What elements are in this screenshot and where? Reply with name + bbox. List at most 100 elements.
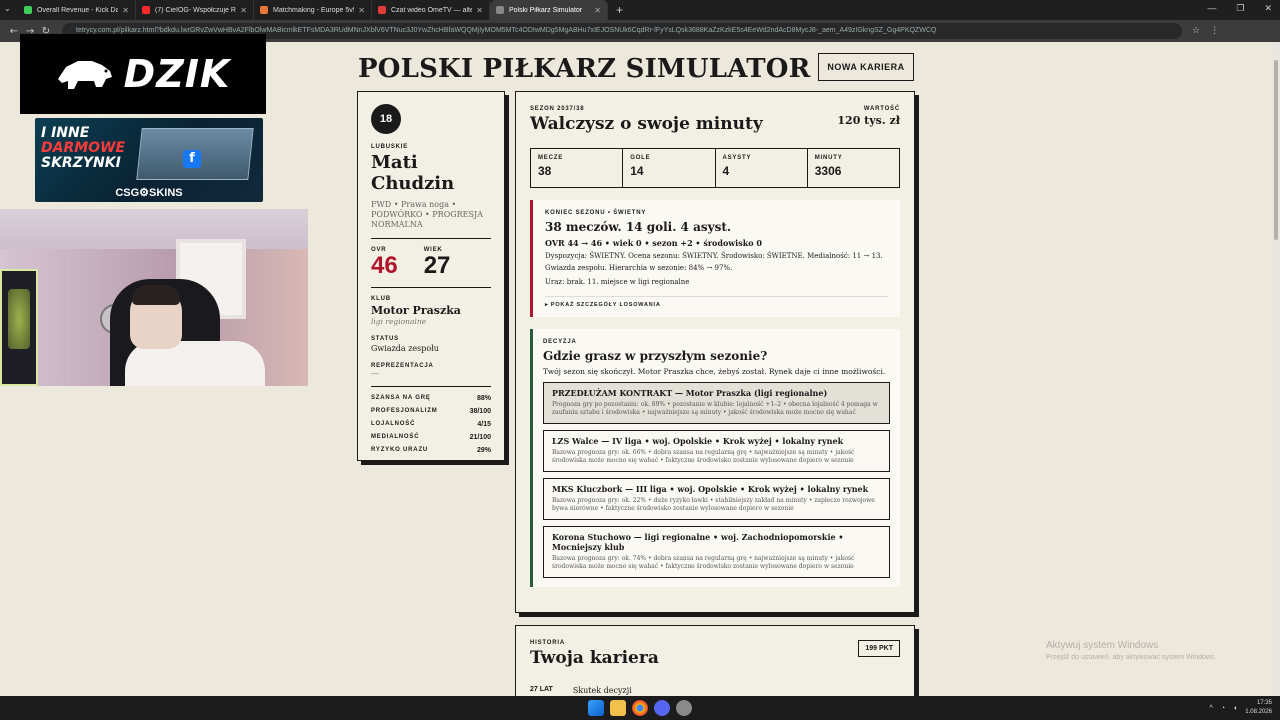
club-name: Motor Praszka — [371, 304, 461, 317]
promo-line1: I INNE — [41, 125, 90, 141]
extensions-icon[interactable]: ⋮ — [1210, 26, 1219, 36]
player-first-name: Mati — [371, 152, 418, 173]
discord-icon[interactable] — [654, 700, 670, 716]
result-ovr-line: OVR 44 → 46 • wiek 0 • sezon +2 • środow… — [545, 238, 762, 248]
tab-favicon-icon — [378, 6, 386, 14]
dzik-logo-text: DZIK — [123, 52, 231, 96]
ovr-value: 46 — [371, 252, 398, 279]
taskbar-clock[interactable]: 17:35 1.08.2026 — [1245, 699, 1272, 717]
option-title: LZS Walce — IV liga • woj. Opolskie • Kr… — [552, 436, 844, 446]
player-meter-row: SZANSA NA GRĘ 88% — [371, 395, 491, 402]
representation-value: — — [371, 369, 379, 378]
result-title: 38 meczów. 14 goli. 4 asyst. — [545, 220, 732, 234]
new-tab-button[interactable]: + — [616, 3, 623, 17]
option-description: Bazowa prognoza gry: ok. 74% • dobra sza… — [552, 555, 855, 570]
scrollbar-thumb[interactable] — [1274, 60, 1278, 240]
bookmark-star-icon[interactable]: ☆ — [1192, 26, 1200, 36]
tab-close-icon[interactable]: ✕ — [240, 6, 247, 15]
page-scrollbar[interactable] — [1272, 42, 1280, 696]
stat-value: 3306 — [814, 164, 842, 178]
tray-chevron-icon[interactable]: ^ — [1210, 705, 1213, 712]
season-card: SEZON 2037/38 Walczysz o swoje minuty WA… — [515, 91, 915, 613]
result-injury: Uraz: brak. 11. miejsce w ligi regionaln… — [545, 278, 690, 286]
tab-search-icon[interactable]: ⌄ — [4, 4, 11, 13]
promo-line3: SKRZYNKI — [41, 155, 121, 171]
browser-tab[interactable]: Czat wideo OmeTV — alternat ✕ — [372, 0, 490, 20]
browser-tab[interactable]: (7) CieIOG- Współczuje Raperc ✕ — [136, 0, 254, 20]
tab-close-icon[interactable]: ✕ — [594, 6, 601, 15]
browser-tab[interactable]: Matchmaking - Europe 5v5 Qu ✕ — [254, 0, 372, 20]
minimize-icon[interactable]: — — [1207, 3, 1216, 14]
decision-option-button[interactable]: LZS Walce — IV liga • woj. Opolskie • Kr… — [543, 430, 890, 472]
tab-favicon-icon — [496, 6, 504, 14]
status-label: STATUS — [371, 336, 399, 342]
player-meter-row: MEDIALNOŚĆ 21/100 — [371, 434, 491, 441]
divider — [371, 238, 491, 239]
history-label: HISTORIA — [530, 640, 565, 646]
decision-label: DECYZJA — [543, 339, 577, 345]
volume-icon[interactable]: ◖ — [1233, 705, 1237, 712]
club-label: KLUB — [371, 296, 391, 302]
meter-value: 29% — [476, 447, 491, 454]
boar-icon — [57, 61, 112, 89]
worth-value: 120 tys. zł — [837, 114, 900, 127]
decision-option-button[interactable]: MKS Kluczbork — III liga • woj. Opolskie… — [543, 478, 890, 520]
season-label: SEZON 2037/38 — [530, 106, 585, 112]
season-stat-grid: MECZE 38 GOLE 14 ASYSTY 4 MINUTY 3306 — [530, 148, 900, 188]
player-number-badge: 18 — [371, 104, 401, 134]
browser-tab-bar: ⌄ Overall Revenue - Kick Dashbo✕(7) CieI… — [0, 0, 1280, 20]
tab-title: (7) CieIOG- Współczuje Raperc — [155, 6, 236, 14]
season-headline: Walczysz o swoje minuty — [530, 114, 763, 134]
history-row-text: Skutek decyzji — [572, 686, 632, 695]
settings-icon[interactable] — [676, 700, 692, 716]
tab-favicon-icon — [24, 6, 32, 14]
tab-title: Overall Revenue - Kick Dashbo — [37, 6, 118, 14]
meter-value: 88% — [476, 395, 491, 402]
history-title: Twoja kariera — [530, 648, 659, 668]
chrome-icon[interactable] — [632, 700, 648, 716]
decision-option-button[interactable]: Korona Stuchowo — ligi regionalne • woj.… — [543, 526, 890, 578]
season-stat-cell: ASYSTY 4 — [716, 149, 808, 187]
worth-label: WARTOŚĆ — [863, 106, 900, 112]
player-meta: FWD • Prawa noga • PODWÓRKO • PROGRESJA … — [371, 200, 483, 229]
decision-intro: Twój sezon się skończył. Motor Praszka c… — [543, 367, 886, 376]
watermark-line2: Przejdź do ustawień, aby aktywować syste… — [1046, 654, 1217, 661]
player-name: Mati Chudzin — [371, 152, 491, 194]
tab-close-icon[interactable]: ✕ — [358, 6, 365, 15]
stat-value: 14 — [630, 164, 644, 178]
option-title: MKS Kluczbork — III liga • woj. Opolskie… — [552, 484, 869, 494]
promo-brand: CSG⚙SKINS — [115, 187, 183, 199]
season-stat-cell: MECZE 38 — [531, 149, 624, 187]
file-explorer-icon[interactable] — [610, 700, 626, 716]
webcam-pc-glow — [8, 289, 30, 349]
promo-text: I INNE DARMOWE SKRZYNKI — [41, 126, 125, 171]
csgo-skins-promo: I INNE DARMOWE SKRZYNKI f CSG⚙SKINS — [35, 118, 263, 202]
tab-title: Polski Piłkarz Simulator — [509, 6, 583, 14]
windows-taskbar: ^ ◔ ◖ 17:35 1.08.2026 — [0, 696, 1280, 720]
new-career-button[interactable]: NOWA KARIERA — [818, 53, 914, 81]
browser-tab[interactable]: Overall Revenue - Kick Dashbo ✕ — [18, 0, 136, 20]
start-icon[interactable] — [588, 700, 604, 716]
decision-panel: DECYZJA Gdzie grasz w przyszłym sezonie?… — [530, 329, 900, 587]
meter-label: PROFESJONALIZM — [371, 408, 438, 414]
tab-close-icon[interactable]: ✕ — [476, 6, 483, 15]
tab-close-icon[interactable]: ✕ — [122, 6, 129, 15]
restore-icon[interactable]: ❐ — [1236, 3, 1244, 14]
promo-line2: DARMOWE — [41, 140, 126, 156]
wifi-icon[interactable]: ◔ — [1221, 705, 1225, 712]
clock-date: 1.08.2026 — [1245, 709, 1272, 715]
close-icon[interactable]: ✕ — [1264, 3, 1272, 14]
show-draw-details-toggle[interactable]: ▸ POKAŻ SZCZEGÓŁY LOSOWANIA — [545, 296, 888, 308]
stat-label: MINUTY — [814, 155, 843, 161]
club-league: ligi regionalne — [371, 317, 427, 326]
divider — [371, 287, 491, 288]
tab-title: Czat wideo OmeTV — alternat — [391, 6, 472, 14]
webcam-person-hair — [132, 285, 180, 305]
status-value: Gwiazda zespołu — [371, 344, 439, 353]
windows-activation-watermark: Aktywuj system Windows Przejdź do ustawi… — [1046, 640, 1216, 661]
decision-option-button[interactable]: PRZEDŁUŻAM KONTRAKT — Motor Praszka (lig… — [543, 382, 890, 424]
site-title: POLSKI PIŁKARZ SIMULATOR — [358, 54, 811, 84]
browser-tab[interactable]: Polski Piłkarz Simulator ✕ — [490, 0, 608, 20]
season-stat-cell: GOLE 14 — [623, 149, 716, 187]
season-stat-cell: MINUTY 3306 — [808, 149, 899, 187]
